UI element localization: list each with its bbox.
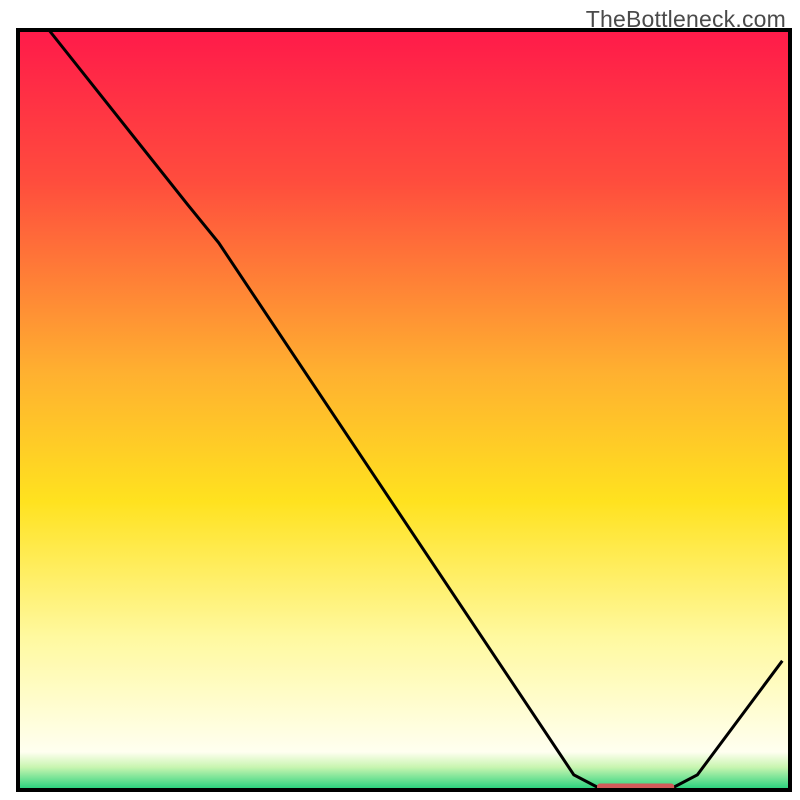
chart-svg	[0, 0, 800, 800]
gradient-background	[18, 30, 790, 790]
chart-container: TheBottleneck.com	[0, 0, 800, 800]
plot-area	[18, 30, 790, 791]
watermark-label: TheBottleneck.com	[586, 6, 786, 33]
